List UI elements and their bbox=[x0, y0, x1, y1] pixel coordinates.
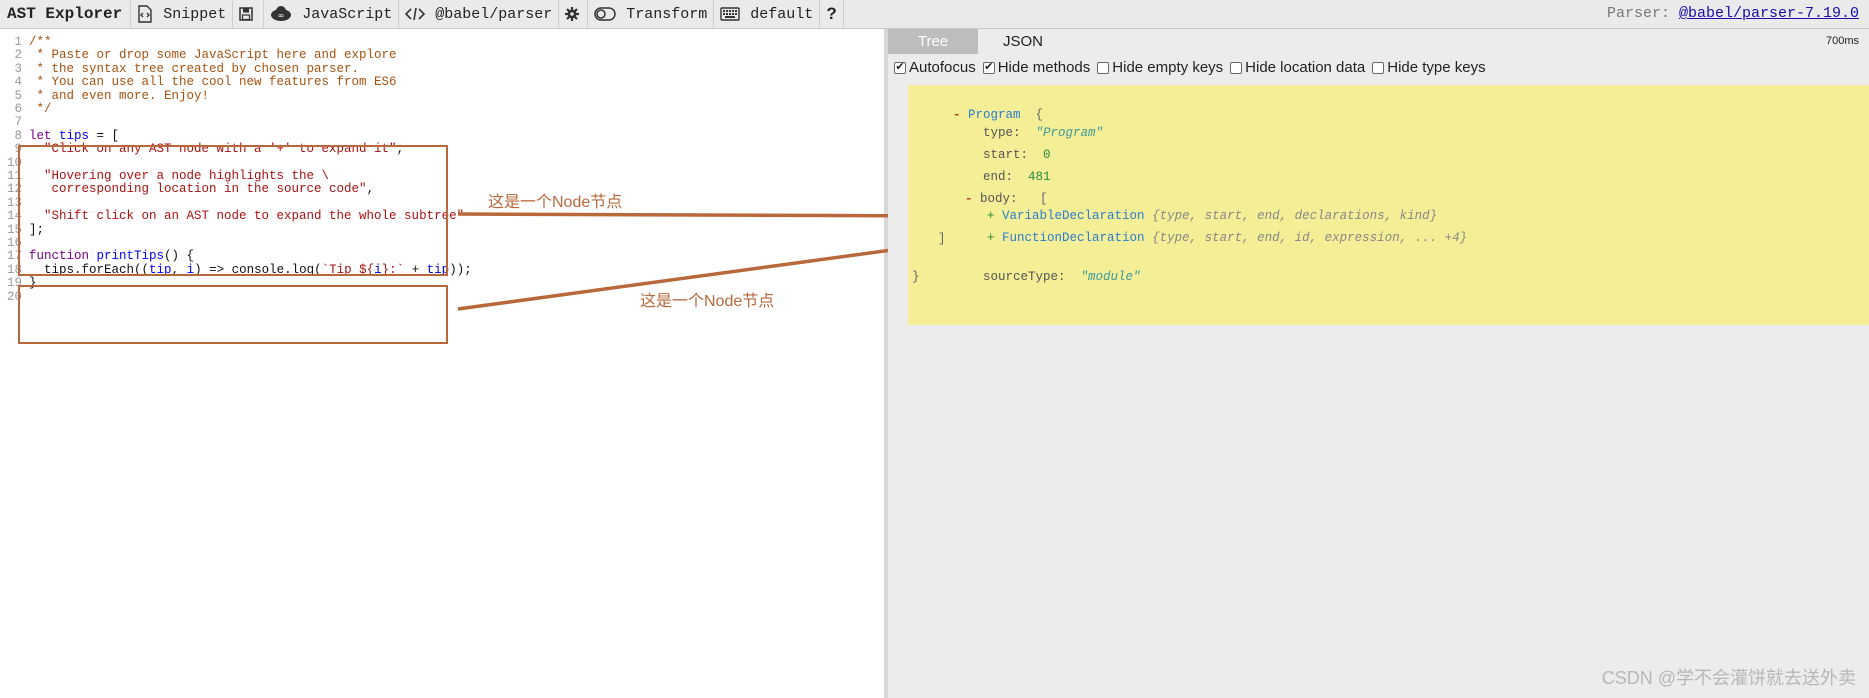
autofocus-checkbox[interactable]: ✔ bbox=[894, 61, 906, 74]
watermark: CSDN @学不会灌饼就去送外卖 bbox=[1601, 668, 1856, 688]
node-summary: {type, start, end, id, expression, ... +… bbox=[1152, 231, 1468, 245]
tree-prop-start: start: 0 bbox=[938, 131, 1051, 162]
hide-type-keys-label: Hide type keys bbox=[1387, 59, 1486, 76]
arrow-to-function-declaration bbox=[457, 231, 950, 311]
body-close-bracket: ] bbox=[938, 232, 946, 246]
prop-key: sourceType: bbox=[983, 270, 1066, 284]
hide-type-keys-checkbox[interactable] bbox=[1372, 61, 1385, 74]
output-pane: Tree JSON 700ms ✔ Autofocus ✔ Hide methods… bbox=[888, 29, 1869, 698]
prop-value: "module" bbox=[1080, 270, 1141, 284]
hide-methods-checkbox[interactable]: ✔ bbox=[982, 61, 995, 74]
tree-prop-body[interactable]: - body: [ bbox=[920, 175, 1048, 206]
tree-prop-source-type: sourceType: "module" bbox=[938, 253, 1141, 284]
tree-node-function-declaration[interactable]: + FunctionDeclaration {type, start, end,… bbox=[942, 214, 1467, 245]
arrow-to-variable-declaration bbox=[457, 201, 945, 230]
tree-node-program[interactable]: - Program { bbox=[908, 91, 1043, 122]
hide-empty-keys-label: Hide empty keys bbox=[1112, 59, 1224, 76]
tree-prop-end: end: 481 bbox=[938, 153, 1051, 184]
hide-location-data-label: Hide location data bbox=[1245, 59, 1366, 76]
option-hide-methods[interactable]: ✔ Hide methods bbox=[982, 59, 1091, 76]
hide-methods-label: Hide methods bbox=[997, 59, 1091, 76]
option-hide-empty-keys[interactable]: Hide empty keys bbox=[1097, 59, 1223, 76]
tab-json[interactable]: JSON bbox=[978, 29, 1068, 54]
node-name: FunctionDeclaration bbox=[1002, 231, 1145, 245]
program-close-brace: } bbox=[912, 270, 920, 284]
ast-tree: - Program { type: "Program" start: 0 end… bbox=[908, 85, 1869, 325]
hide-empty-keys-checkbox[interactable] bbox=[1097, 61, 1110, 74]
hide-location-data-checkbox[interactable] bbox=[1230, 61, 1243, 74]
tree-options: ✔ Autofocus ✔ Hide methods Hide empty keys… bbox=[894, 59, 1493, 76]
output-tabs: Tree JSON bbox=[888, 29, 1068, 54]
tree-prop-type: type: "Program" bbox=[938, 109, 1103, 140]
parse-timing: 700ms bbox=[1825, 35, 1859, 47]
expand-toggle[interactable]: + bbox=[987, 231, 1002, 245]
tree-node-variable-declaration[interactable]: + VariableDeclaration {type, start, end,… bbox=[942, 192, 1437, 223]
option-autofocus[interactable]: ✔ Autofocus bbox=[894, 59, 976, 76]
tab-tree[interactable]: Tree bbox=[888, 29, 978, 54]
option-hide-location-data[interactable]: Hide location data bbox=[1230, 59, 1365, 76]
autofocus-label: Autofocus bbox=[909, 59, 976, 76]
option-hide-type-keys[interactable]: Hide type keys bbox=[1372, 59, 1486, 76]
